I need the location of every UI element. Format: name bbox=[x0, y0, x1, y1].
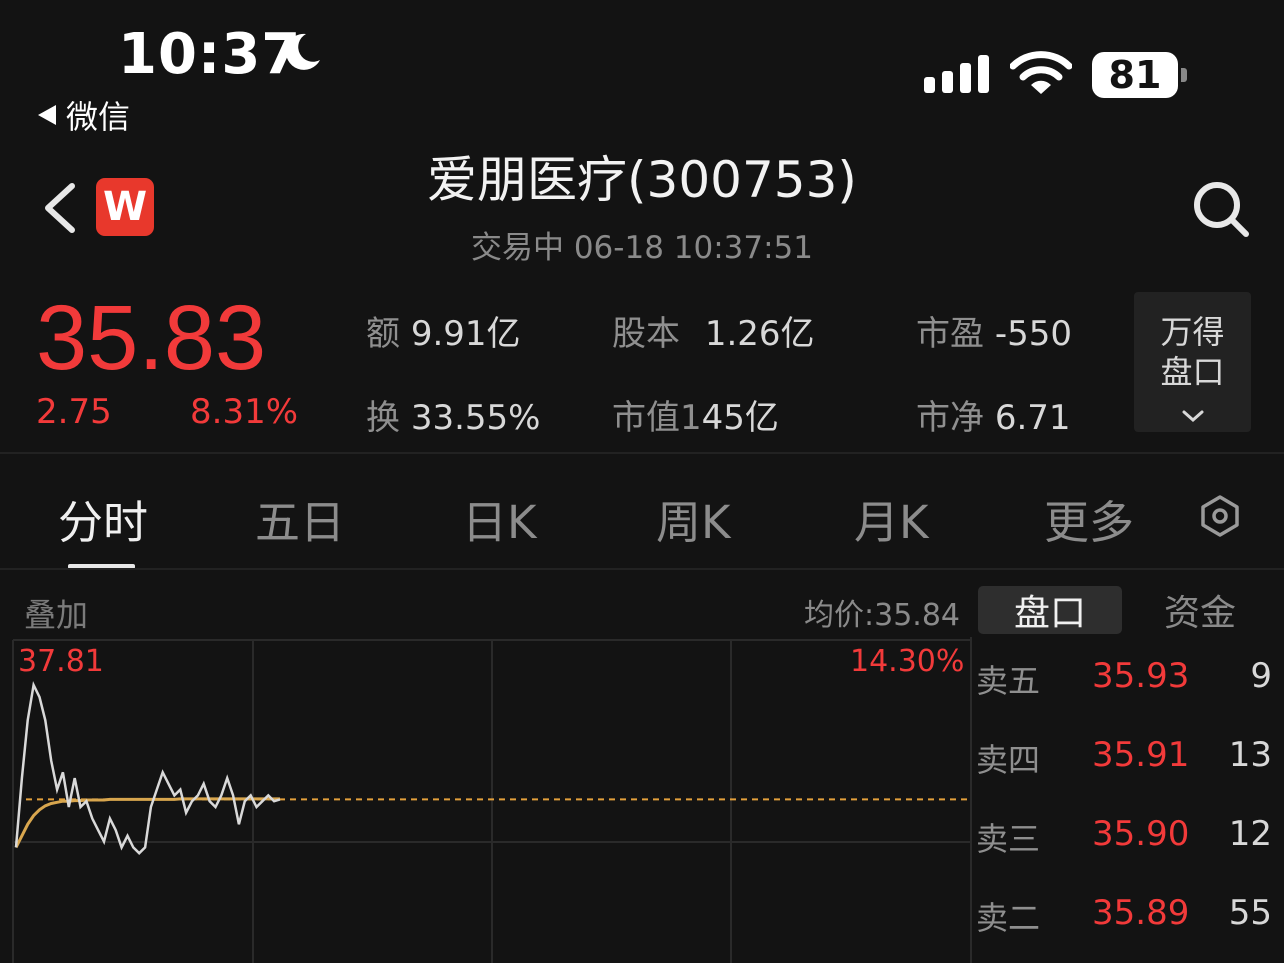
battery-tip bbox=[1181, 68, 1187, 82]
stat-label: 市值1 bbox=[612, 398, 702, 438]
chart-high-pct: 14.30% bbox=[850, 644, 965, 679]
status-bar: 10:37 微信 81 bbox=[0, 0, 1284, 140]
stat-label: 市盈 bbox=[916, 314, 984, 354]
orderbook-divider bbox=[970, 637, 972, 963]
stat-shares: 股本 1.26亿 bbox=[612, 306, 815, 355]
stat-pe: 市盈 -550 bbox=[916, 306, 1072, 355]
tab-intraday[interactable]: 分时 bbox=[58, 486, 148, 551]
stat-pb: 市净 6.71 bbox=[916, 390, 1071, 439]
back-triangle-icon bbox=[38, 105, 56, 125]
price-line bbox=[14, 680, 281, 855]
orderbook-price: 35.89 bbox=[1092, 893, 1190, 933]
orderbook-volume: 12 bbox=[1228, 814, 1272, 854]
tab-five-day[interactable]: 五日 bbox=[255, 486, 345, 551]
stat-value: -550 bbox=[994, 314, 1072, 354]
orderbook-price: 35.91 bbox=[1092, 735, 1190, 775]
tab-daily-k[interactable]: 日K bbox=[462, 486, 537, 551]
stat-market-cap: 市值145亿 bbox=[612, 390, 779, 439]
stat-turnover: 换 33.55% bbox=[366, 390, 540, 439]
tab-monthly-k[interactable]: 月K bbox=[854, 486, 929, 551]
back-app-label: 微信 bbox=[66, 98, 131, 136]
orderbook-label: 卖二 bbox=[976, 899, 1041, 937]
stat-amount: 额 9.91亿 bbox=[366, 306, 521, 355]
wifi-icon bbox=[1010, 51, 1072, 94]
orderbook-tabs: 盘口 资金 bbox=[978, 586, 1272, 634]
orderbook-row: 卖四 35.91 13 bbox=[976, 723, 1272, 783]
current-price: 35.83 bbox=[36, 287, 267, 389]
stat-label: 换 bbox=[366, 398, 400, 438]
stat-value: 45亿 bbox=[701, 398, 779, 438]
chart-high-price: 37.81 bbox=[18, 644, 104, 679]
tab-orderbook[interactable]: 盘口 bbox=[978, 586, 1122, 634]
orderbook-volume: 9 bbox=[1250, 656, 1272, 696]
stat-value: 33.55% bbox=[410, 398, 541, 438]
search-icon[interactable] bbox=[1190, 178, 1252, 240]
stat-label: 市净 bbox=[916, 398, 984, 438]
chart-grid bbox=[12, 639, 970, 963]
chevron-down-icon bbox=[1182, 410, 1203, 423]
stock-title: 爱朋医疗(300753) bbox=[427, 151, 857, 209]
overlay-button[interactable]: 叠加 bbox=[24, 590, 88, 636]
price-change: 2.75 bbox=[36, 392, 112, 432]
stat-label: 额 bbox=[366, 314, 400, 354]
avg-price: 均价:35.84 bbox=[804, 598, 960, 633]
stat-value: 6.71 bbox=[994, 398, 1071, 438]
trading-status: 交易中 06-18 10:37:51 bbox=[470, 230, 813, 266]
orderbook-row: 卖五 35.93 9 bbox=[976, 644, 1272, 704]
orderbook-row: 卖二 35.89 55 bbox=[976, 881, 1272, 941]
orderbook-volume: 55 bbox=[1228, 893, 1272, 933]
stat-value: 9.91亿 bbox=[410, 314, 521, 354]
tab-weekly-k[interactable]: 周K bbox=[656, 486, 731, 551]
orderbook-price: 35.93 bbox=[1092, 656, 1190, 696]
status-time: 10:37 bbox=[118, 22, 302, 87]
wind-orderbook-button[interactable]: 万得 盘口 bbox=[1134, 292, 1251, 432]
wind-label-2: 盘口 bbox=[1160, 353, 1225, 391]
wind-label-1: 万得 bbox=[1160, 313, 1225, 351]
stat-value: 1.26亿 bbox=[704, 314, 815, 354]
stat-label: 股本 bbox=[612, 314, 680, 354]
settings-hex-icon[interactable] bbox=[1198, 494, 1242, 538]
orderbook-label: 卖三 bbox=[976, 820, 1041, 858]
orderbook-label: 卖四 bbox=[976, 741, 1041, 779]
battery-icon: 81 bbox=[1092, 52, 1178, 98]
moon-icon bbox=[285, 33, 320, 70]
orderbook-price: 35.90 bbox=[1092, 814, 1190, 854]
price-change-pct: 8.31% bbox=[190, 392, 299, 432]
orderbook-label: 卖五 bbox=[976, 662, 1041, 700]
orderbook-row: 卖三 35.90 12 bbox=[976, 802, 1272, 862]
tab-more[interactable]: 更多 bbox=[1044, 486, 1134, 551]
divider bbox=[0, 452, 1284, 454]
divider bbox=[0, 568, 1284, 570]
tab-capital[interactable]: 资金 bbox=[1128, 586, 1272, 634]
back-to-app-button[interactable]: 微信 bbox=[38, 92, 130, 138]
intraday-chart[interactable] bbox=[0, 637, 970, 963]
orderbook-volume: 13 bbox=[1228, 735, 1272, 775]
signal-icon bbox=[924, 55, 989, 93]
